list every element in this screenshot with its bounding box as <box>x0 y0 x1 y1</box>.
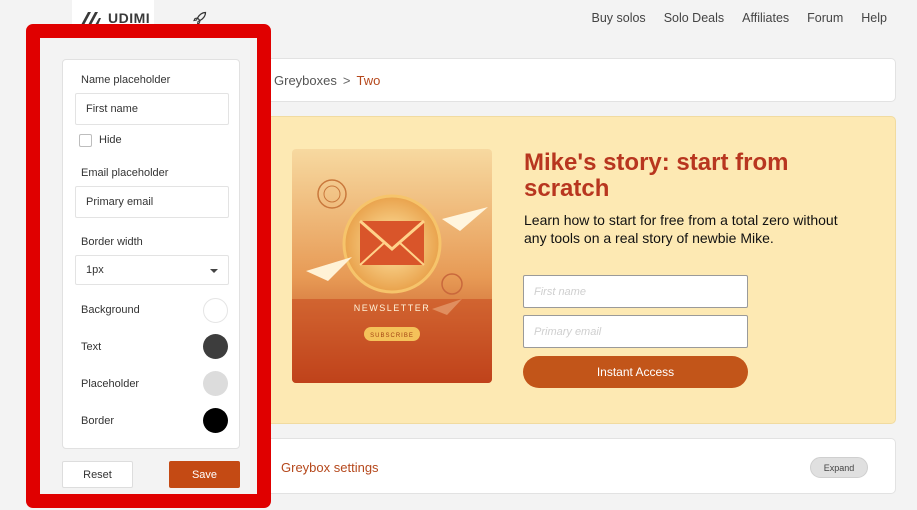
text-color-swatch[interactable] <box>203 334 228 359</box>
expand-button[interactable]: Expand <box>810 457 868 478</box>
placeholder-color-swatch[interactable] <box>203 371 228 396</box>
border-color-label: Border <box>81 415 115 427</box>
nav-link-forum[interactable]: Forum <box>807 11 843 25</box>
newsletter-illustration: NEWSLETTER SUBSCRIBE <box>292 149 492 383</box>
nav-link-help[interactable]: Help <box>861 11 887 25</box>
first-name-input[interactable] <box>523 275 748 308</box>
background-color-label: Background <box>81 304 140 316</box>
reset-button[interactable]: Reset <box>62 461 133 488</box>
border-color-swatch[interactable] <box>203 408 228 433</box>
border-width-value: 1px <box>86 264 104 276</box>
name-placeholder-input[interactable] <box>75 93 229 125</box>
greybox-preview: NEWSLETTER SUBSCRIBE Mike's story: start… <box>240 116 896 424</box>
greybox-settings-card: Greybox settings Expand <box>240 438 896 494</box>
breadcrumb-separator: > <box>342 73 351 88</box>
breadcrumb: Greyboxes > Two <box>274 73 380 88</box>
nav-links: Buy solos Solo Deals Affiliates Forum He… <box>573 11 887 25</box>
chevron-down-icon <box>210 269 218 273</box>
hide-label: Hide <box>99 134 122 146</box>
settings-title: Greybox settings <box>281 460 379 475</box>
email-placeholder-label: Email placeholder <box>81 167 169 179</box>
promo-description: Learn how to start for free from a total… <box>524 212 838 246</box>
hide-checkbox[interactable] <box>79 134 92 147</box>
save-button[interactable]: Save <box>169 461 240 488</box>
breadcrumb-parent[interactable]: Greyboxes <box>274 73 337 88</box>
breadcrumb-card: Greyboxes > Two <box>240 58 896 102</box>
background-color-swatch[interactable] <box>203 298 228 323</box>
image-button-text: SUBSCRIBE <box>370 333 414 339</box>
email-placeholder-input[interactable] <box>75 186 229 218</box>
nav-link-solo-deals[interactable]: Solo Deals <box>664 11 724 25</box>
newsletter-image: NEWSLETTER SUBSCRIBE <box>292 149 492 383</box>
nav-link-buy-solos[interactable]: Buy solos <box>591 11 645 25</box>
editor-panel: Name placeholder Hide Email placeholder … <box>62 59 240 449</box>
border-width-label: Border width <box>81 236 143 248</box>
border-width-select[interactable]: 1px <box>75 255 229 285</box>
image-banner-text: NEWSLETTER <box>354 303 431 313</box>
instant-access-button[interactable]: Instant Access <box>523 356 748 388</box>
nav-link-affiliates[interactable]: Affiliates <box>742 11 789 25</box>
breadcrumb-current: Two <box>356 73 381 88</box>
email-input[interactable] <box>523 315 748 348</box>
placeholder-color-label: Placeholder <box>81 378 140 390</box>
text-color-label: Text <box>81 341 102 353</box>
name-placeholder-label: Name placeholder <box>81 74 171 86</box>
promo-title: Mike's story: start from scratch <box>524 149 789 202</box>
